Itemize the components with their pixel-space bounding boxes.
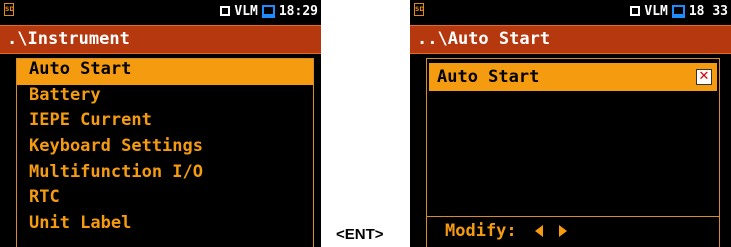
menu-item-battery[interactable]: Battery — [17, 85, 313, 111]
menu-item-keyboard-settings[interactable]: Keyboard Settings — [17, 136, 313, 162]
menu-item-rtc[interactable]: RTC — [17, 187, 313, 213]
modify-hint: Modify: — [427, 216, 719, 247]
status-bar: SD VLM 18:29 — [0, 0, 321, 22]
status-bar: SD VLM 18 33 — [410, 0, 731, 22]
sd-card-icon: SD — [4, 3, 14, 16]
left-arrow-icon — [534, 225, 543, 237]
auto-start-parameter-row[interactable]: Auto Start ✕ — [429, 63, 717, 91]
ent-key-label: <ENT> — [336, 226, 384, 243]
screen-title: ..\Auto Start — [410, 25, 731, 54]
modify-label: Modify: — [445, 221, 517, 241]
battery-icon — [671, 4, 685, 18]
unchecked-x-icon: ✕ — [698, 69, 710, 84]
menu-item-auto-start[interactable]: Auto Start — [17, 59, 313, 85]
vlm-indicator: VLM — [234, 3, 258, 19]
instrument-menu: Auto Start Battery IEPE Current Keyboard… — [16, 58, 314, 247]
vlm-indicator: VLM — [644, 3, 668, 19]
auto-start-panel: Auto Start ✕ Modify: — [426, 58, 720, 247]
auto-start-screen: SD VLM 18 33 ..\Auto Start Auto Start ✕ … — [410, 0, 731, 247]
status-indicators: VLM 18 33 — [630, 2, 728, 20]
auto-start-checkbox[interactable]: ✕ — [696, 69, 712, 85]
status-indicators: VLM 18:29 — [220, 2, 318, 20]
sd-card-icon: SD — [414, 3, 424, 16]
menu-item-unit-label[interactable]: Unit Label — [17, 213, 313, 239]
modify-arrows — [534, 217, 568, 245]
screen-title: .\Instrument — [0, 25, 321, 54]
menu-item-multifunction-io[interactable]: Multifunction I/O — [17, 162, 313, 188]
clock: 18 33 — [688, 3, 728, 19]
parameter-label: Auto Start — [437, 67, 540, 87]
battery-icon — [261, 4, 275, 18]
mode-box-icon — [630, 6, 641, 16]
mode-box-icon — [220, 6, 231, 16]
instrument-menu-screen: SD VLM 18:29 .\Instrument Auto Start Bat… — [0, 0, 321, 247]
clock: 18:29 — [278, 3, 318, 19]
menu-item-iepe-current[interactable]: IEPE Current — [17, 110, 313, 136]
right-arrow-icon — [559, 225, 568, 237]
